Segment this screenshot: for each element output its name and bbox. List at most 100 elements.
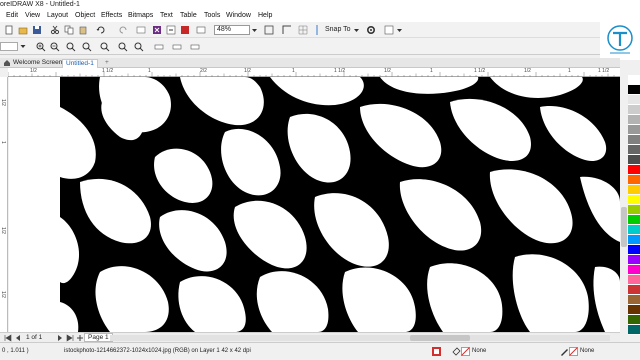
vertical-ruler[interactable]: 1/2 1 1/2 1/2 (0, 77, 8, 332)
color-proof-icon[interactable] (432, 347, 441, 356)
palette-swatch[interactable] (628, 105, 640, 115)
horizontal-scroll-thumb[interactable] (410, 335, 470, 341)
palette-swatch[interactable] (628, 235, 640, 245)
palette-swatch[interactable] (628, 75, 640, 85)
menu-window[interactable]: Window (226, 12, 251, 19)
palette-swatch[interactable] (628, 285, 640, 295)
add-tab-button[interactable]: + (102, 59, 112, 68)
cut-icon[interactable] (50, 25, 60, 35)
zoom-dropdown-icon[interactable] (251, 26, 258, 34)
paste-icon[interactable] (78, 25, 88, 35)
zoom-to-height-icon[interactable] (134, 42, 144, 52)
palette-swatch[interactable] (628, 85, 640, 95)
show-rulers-icon[interactable] (282, 25, 292, 35)
page-navigator: 1 of 1 Page 1 (0, 332, 620, 342)
menu-object[interactable]: Object (75, 12, 95, 19)
redo-icon[interactable] (118, 25, 128, 35)
ruler-label: 1/2 (0, 291, 6, 298)
tab-welcome-screen[interactable]: Welcome Screen (10, 59, 65, 68)
palette-swatch[interactable] (628, 115, 640, 125)
palette-swatch[interactable] (628, 225, 640, 235)
palette-swatch[interactable] (628, 215, 640, 225)
export-icon[interactable] (166, 25, 176, 35)
menu-help[interactable]: Help (258, 12, 272, 19)
undo-icon[interactable] (96, 25, 106, 35)
fill-bucket-icon (452, 347, 461, 356)
menu-bitmaps[interactable]: Bitmaps (128, 12, 153, 19)
zoom-in-icon[interactable] (36, 42, 46, 52)
menu-text[interactable]: Text (160, 12, 173, 19)
menu-layout[interactable]: Layout (47, 12, 68, 19)
status-bar: 0 , 1.011 ) istockphoto-1214662372-1024x… (0, 342, 640, 360)
palette-swatch[interactable] (628, 125, 640, 135)
palette-swatch[interactable] (628, 265, 640, 275)
copy-icon[interactable] (64, 25, 74, 35)
no-fill-swatch-icon (461, 347, 470, 356)
palette-swatch[interactable] (628, 135, 640, 145)
publish-pdf-icon[interactable] (180, 25, 190, 35)
menu-view[interactable]: View (25, 12, 40, 19)
zoom-to-selected-icon[interactable] (66, 42, 76, 52)
page-tab[interactable]: Page 1 (84, 333, 113, 342)
document-tabs: Welcome Screen Untitled-1 + (0, 58, 620, 68)
palette-swatch[interactable] (628, 185, 640, 195)
launcher-dropdown-icon[interactable] (396, 26, 403, 34)
previous-page-icon[interactable] (14, 334, 22, 342)
palette-swatch[interactable] (628, 155, 640, 165)
vertical-scroll-thumb[interactable] (621, 207, 627, 247)
menu-table[interactable]: Table (180, 12, 197, 19)
palette-swatch[interactable] (628, 205, 640, 215)
last-page-icon[interactable] (66, 334, 74, 342)
palette-swatch[interactable] (628, 145, 640, 155)
full-screen-preview-icon[interactable] (264, 25, 274, 35)
import-icon[interactable] (152, 25, 162, 35)
zoom-level-field[interactable]: 48% (214, 25, 250, 35)
new-document-icon[interactable] (4, 25, 14, 35)
palette-swatch[interactable] (628, 255, 640, 265)
zoom-all-objects-icon[interactable] (82, 42, 92, 52)
units-ruler-icon[interactable] (154, 42, 164, 52)
duplicate-distance-icon[interactable] (190, 42, 200, 52)
tab-untitled-1[interactable]: Untitled-1 (62, 59, 98, 68)
size-dropdown-icon[interactable] (20, 43, 26, 50)
zoom-to-width-icon[interactable] (118, 42, 128, 52)
menu-edit[interactable]: Edit (6, 12, 18, 19)
add-page-icon[interactable] (76, 334, 84, 342)
palette-swatch[interactable] (628, 305, 640, 315)
palette-swatch[interactable] (628, 275, 640, 285)
horizontal-scrollbar[interactable] (110, 335, 610, 341)
bitmap-artwork[interactable] (60, 77, 620, 332)
palette-swatch[interactable] (628, 175, 640, 185)
next-page-icon[interactable] (56, 334, 64, 342)
menu-tools[interactable]: Tools (204, 12, 220, 19)
options-gear-icon[interactable] (366, 25, 376, 35)
search-content-icon[interactable] (136, 25, 146, 35)
fullscreen-icon[interactable] (196, 25, 206, 35)
palette-swatch[interactable] (628, 165, 640, 175)
zoom-out-icon[interactable] (50, 42, 60, 52)
application-launcher-icon[interactable] (384, 25, 394, 35)
object-size-field[interactable] (0, 42, 18, 51)
show-guidelines-icon[interactable] (312, 25, 322, 35)
snap-dropdown-icon[interactable] (353, 26, 360, 34)
palette-swatch[interactable] (628, 325, 640, 335)
save-icon[interactable] (32, 25, 42, 35)
palette-swatch[interactable] (628, 245, 640, 255)
ruler-label: 1 (148, 68, 151, 74)
ruler-label: 2/2 (200, 68, 207, 74)
nudge-distance-icon[interactable] (172, 42, 182, 52)
show-grid-icon[interactable] (298, 25, 308, 35)
horizontal-ruler[interactable]: 1/2 1 1/2 1 2/2 1/2 1 1 1/2 1/2 1 1 1/2 … (7, 68, 620, 77)
snap-to-dropdown[interactable]: Snap To (325, 26, 351, 33)
palette-swatch[interactable] (628, 315, 640, 325)
open-folder-icon[interactable] (18, 25, 28, 35)
brand-logo-icon (607, 25, 633, 54)
title-bar: oreIDRAW X8 - Untitled-1 (0, 0, 640, 11)
first-page-icon[interactable] (4, 334, 12, 342)
palette-swatch[interactable] (628, 195, 640, 205)
zoom-to-page-icon[interactable] (100, 42, 110, 52)
menu-effects[interactable]: Effects (101, 12, 122, 19)
vertical-scrollbar[interactable] (620, 77, 628, 332)
palette-swatch[interactable] (628, 295, 640, 305)
palette-swatch[interactable] (628, 95, 640, 105)
